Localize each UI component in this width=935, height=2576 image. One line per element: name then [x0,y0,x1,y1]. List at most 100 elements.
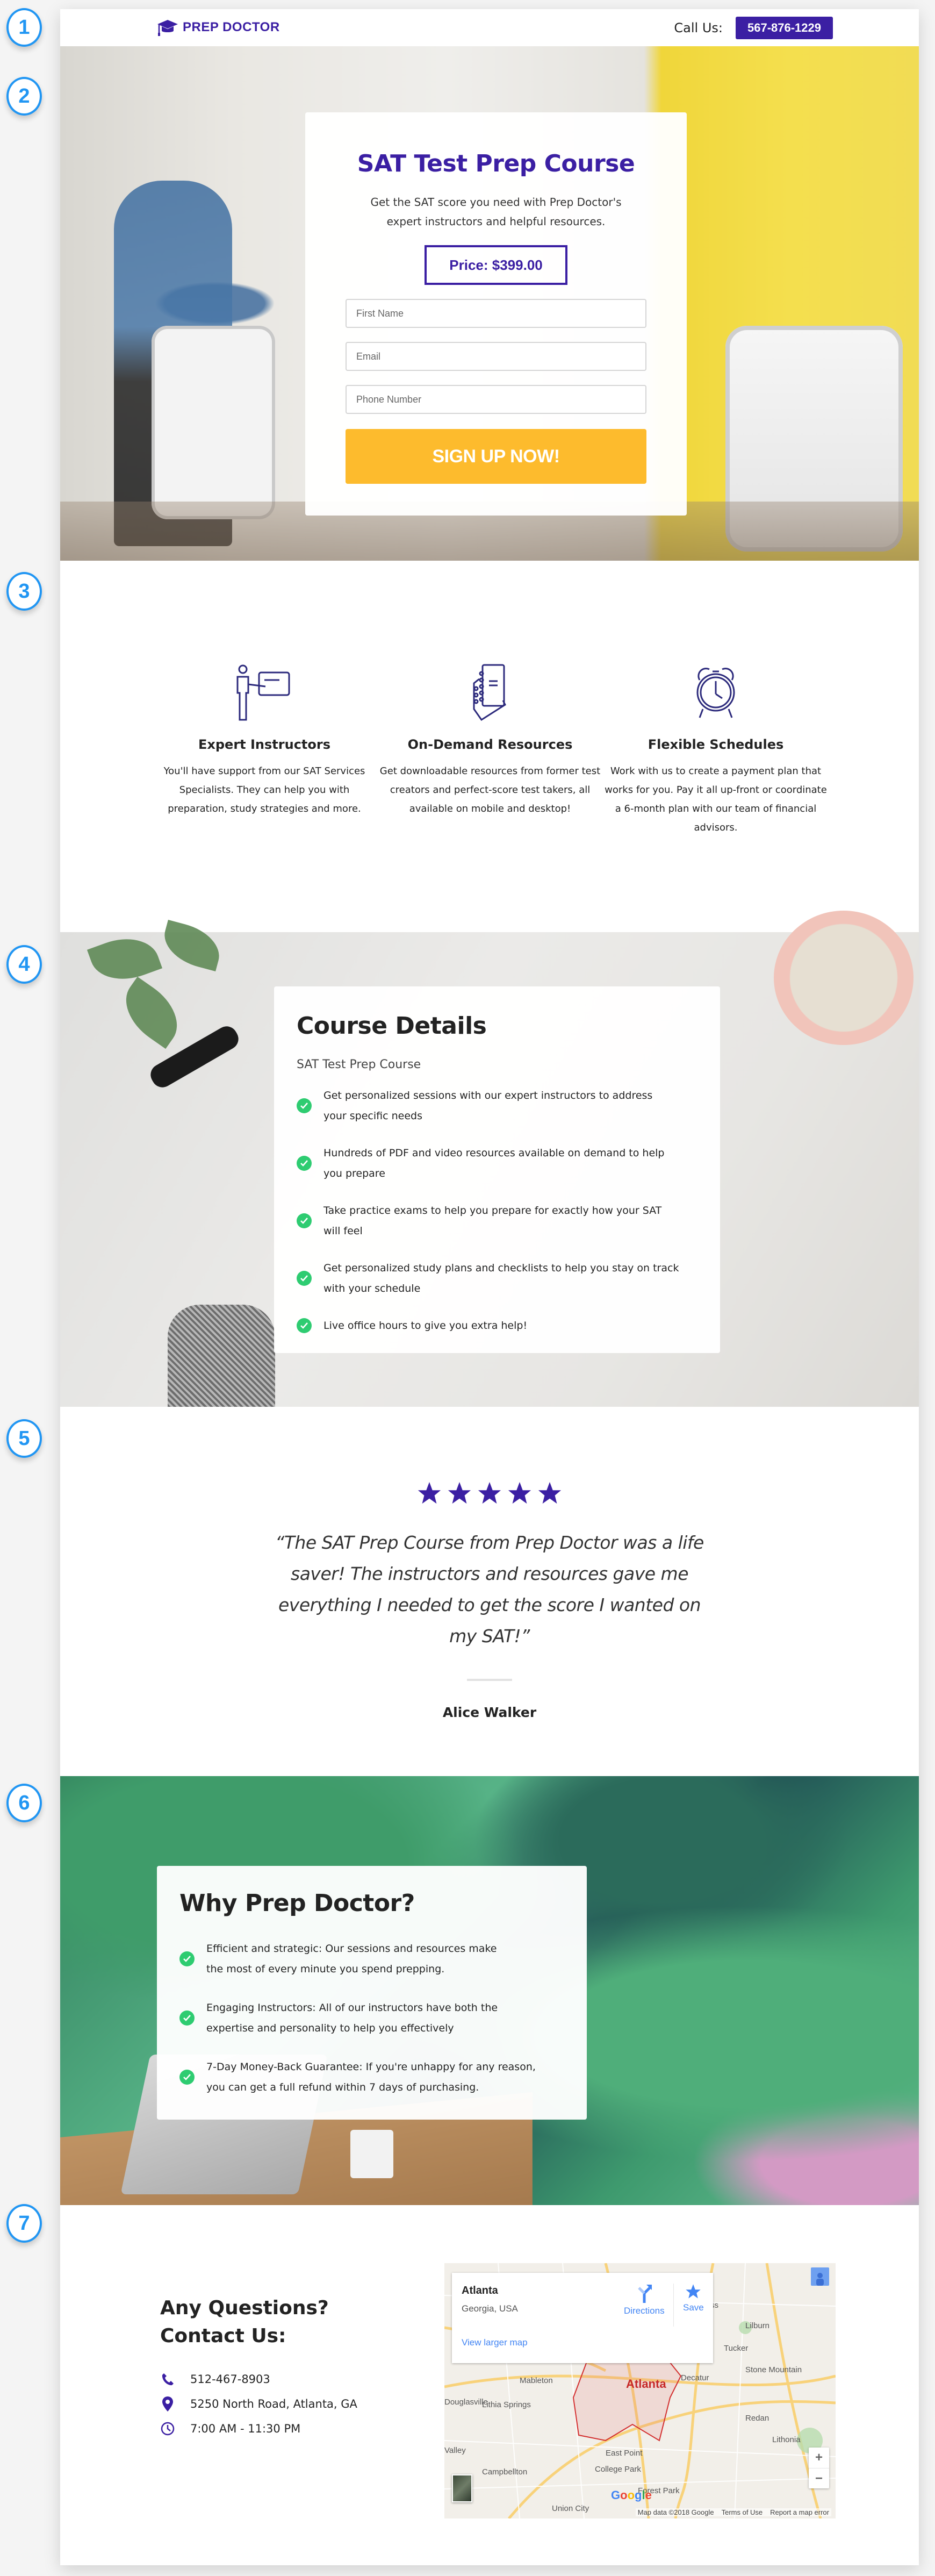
map-label: Campbellton [482,2467,528,2477]
background-mug [774,911,914,1045]
map-directions-label: Directions [624,2306,665,2316]
call-phone-button[interactable]: 567-876-1229 [735,17,833,39]
map-embed[interactable]: Atlanta Norcross Lilburn Tucker Mableton… [444,2263,836,2518]
step-marker-2: 2 [6,77,42,116]
map-label: Tucker [724,2344,749,2353]
google-logo: Google [611,2488,652,2502]
site-header: PREP DOCTOR Call Us: 567-876-1229 [60,9,919,46]
background-leaf [87,927,163,991]
map-place-card: Atlanta Georgia, USA View larger map Dir… [452,2273,713,2363]
graduation-cap-icon [157,20,178,36]
satellite-toggle[interactable] [452,2474,472,2502]
signup-card: SAT Test Prep Course Get the SAT score y… [305,112,687,516]
feature-text: Work with us to create a payment plan th… [605,765,827,833]
list-item-text: Efficient and strategic: Our sessions an… [206,1943,497,1975]
hero-subtitle: Get the SAT score you need with Prep Doc… [370,196,622,228]
background-sleeve [168,1305,275,1407]
map-label: Union City [552,2504,589,2513]
step-marker-5: 5 [6,1419,42,1458]
contact-hours-text: 7:00 AM - 11:30 PM [190,2422,301,2435]
hero-background-chair [152,326,275,519]
star-icon [538,1482,562,1504]
alarm-clock-icon [696,668,735,718]
map-label: Valley [444,2446,466,2455]
testimonial-author: Alice Walker [442,1705,537,1720]
first-name-input[interactable] [346,299,646,328]
zoom-out-button[interactable]: − [809,2468,829,2488]
contact-title: Any Questions? Contact Us: [160,2294,357,2350]
why-title: Why Prep Doctor? [179,1890,415,1917]
contact-title-line2: Contact Us: [160,2325,286,2347]
map-label: Lithonia [772,2435,801,2444]
check-icon [297,1213,312,1228]
map-zoom-control: + − [809,2448,829,2488]
map-label: Douglasville [444,2398,488,2407]
feature-title: Flexible Schedules [648,737,784,752]
zoom-in-button[interactable]: + [809,2448,829,2468]
contact-phone-link[interactable]: 512-467-8903 [190,2373,270,2386]
street-view-pegman-icon[interactable] [811,2267,829,2286]
logo[interactable]: PREP DOCTOR [157,19,280,36]
feature-text: You'll have support from our SAT Service… [163,765,365,814]
step-marker-4: 4 [6,945,42,984]
background-cup [350,2130,393,2178]
logo-text: PREP DOCTOR [183,20,280,34]
list-item: Hundreds of PDF and video resources avai… [297,1143,697,1184]
contact-list: 512-467-8903 5250 North Road, Atlanta, G… [160,2372,357,2436]
contact-phone: 512-467-8903 [160,2372,357,2387]
landing-page: PREP DOCTOR Call Us: 567-876-1229 SAT Te… [60,9,919,2565]
notebook-icon [473,664,506,721]
why-list: Efficient and strategic: Our sessions an… [179,1938,564,2098]
phone-input[interactable] [346,385,646,414]
map-save-label: Save [683,2302,704,2313]
star-icon [508,1482,531,1504]
hero-title: SAT Test Prep Course [357,150,635,177]
list-item: Take practice exams to help you prepare … [297,1200,697,1241]
instructor-icon [236,664,290,721]
why-card: Why Prep Doctor? Efficient and strategic… [157,1866,587,2120]
directions-icon [638,2285,652,2303]
map-label: Lilburn [745,2321,770,2330]
list-item: Live office hours to give you extra help… [297,1315,697,1336]
map-label: East Point [606,2449,643,2458]
view-larger-map-link[interactable]: View larger map [462,2337,528,2348]
hero-section: SAT Test Prep Course Get the SAT score y… [60,46,919,561]
list-item: 7-Day Money-Back Guarantee: If you're un… [179,2057,564,2098]
contact-section: Any Questions? Contact Us: 512-467-8903 … [60,2205,919,2565]
contact-hours: 7:00 AM - 11:30 PM [160,2421,357,2436]
contact-info: Any Questions? Contact Us: 512-467-8903 … [160,2294,357,2446]
call-us: Call Us: 567-876-1229 [674,17,833,39]
feature-title: On-Demand Resources [407,737,573,752]
map-terms-link[interactable]: Terms of Use [722,2508,763,2516]
signup-button[interactable]: SIGN UP NOW! [346,429,646,484]
contact-title-line1: Any Questions? [160,2297,329,2319]
call-us-label: Call Us: [674,20,723,35]
step-marker-6: 6 [6,1784,42,1822]
why-section: Why Prep Doctor? Efficient and strategic… [60,1776,919,2205]
step-marker-3: 3 [6,572,42,611]
map-report-link[interactable]: Report a map error [770,2508,829,2516]
features-section: Expert Instructors You'll have support f… [60,561,919,932]
map-directions-button[interactable]: Directions [624,2284,665,2316]
phone-icon [160,2372,175,2387]
list-item-text: Get personalized sessions with our exper… [323,1090,653,1122]
list-item: Get personalized study plans and checkli… [297,1258,697,1299]
map-save-button[interactable]: Save [683,2284,704,2313]
map-label: Lithia Springs [482,2400,531,2409]
list-item: Get personalized sessions with our exper… [297,1085,697,1126]
check-icon [179,2070,195,2085]
map-label: College Park [595,2465,641,2474]
check-icon [179,1951,195,1966]
background-leaf [112,976,191,1049]
check-icon [297,1318,312,1333]
divider [673,2284,674,2327]
star-icon [418,1482,441,1504]
email-input[interactable] [346,342,646,371]
list-item-text: Take practice exams to help you prepare … [323,1205,662,1237]
map-place-name: Atlanta [462,2285,498,2296]
star-icon [686,2284,701,2299]
rating-stars [60,1481,919,1506]
course-details-subtitle: SAT Test Prep Course [297,1058,421,1071]
check-icon [297,1098,312,1113]
testimonial-quote: “The SAT Prep Course from Prep Doctor wa… [275,1532,704,1647]
